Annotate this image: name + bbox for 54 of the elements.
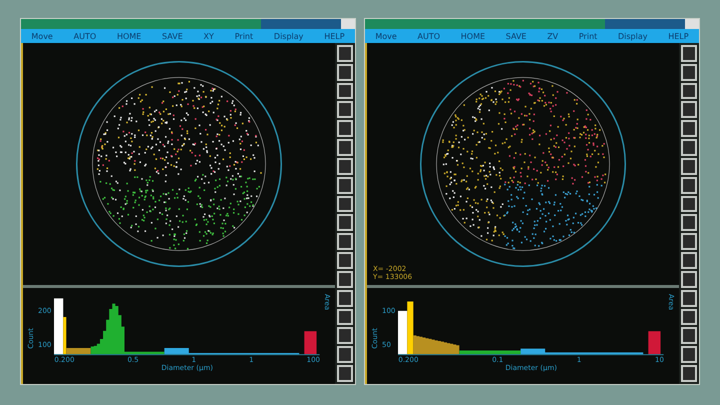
- tool-button[interactable]: [681, 308, 697, 326]
- tool-button[interactable]: [681, 365, 697, 382]
- tool-button[interactable]: [681, 101, 697, 118]
- tool-button[interactable]: [681, 120, 697, 138]
- tool-button[interactable]: [337, 45, 353, 62]
- menu-item[interactable]: Print: [234, 32, 254, 40]
- tool-button[interactable]: [337, 82, 353, 100]
- menu-item[interactable]: Display: [274, 32, 304, 40]
- menu-item[interactable]: Display: [618, 32, 648, 40]
- menu-item[interactable]: HOME: [116, 32, 142, 40]
- menu-item[interactable]: HOME: [460, 32, 486, 40]
- tool-button[interactable]: [681, 252, 697, 269]
- tool-button[interactable]: [337, 101, 353, 118]
- tool-button[interactable]: [681, 64, 697, 81]
- area-bar: [648, 331, 661, 354]
- tool-button[interactable]: [681, 158, 697, 175]
- tool-button[interactable]: [337, 158, 353, 175]
- tool-button[interactable]: [681, 233, 697, 250]
- tool-button[interactable]: [337, 308, 353, 326]
- tool-button[interactable]: [681, 327, 697, 344]
- tool-button[interactable]: [681, 196, 697, 212]
- tool-button[interactable]: [681, 214, 697, 232]
- tool-button[interactable]: [337, 196, 353, 212]
- tool-button[interactable]: [681, 346, 697, 364]
- tool-button[interactable]: [337, 365, 353, 382]
- tool-button[interactable]: [337, 290, 353, 307]
- menu-item[interactable]: HELP: [324, 32, 345, 40]
- menu-item[interactable]: Move: [375, 32, 397, 40]
- tool-button[interactable]: [337, 346, 353, 364]
- menu-item[interactable]: SAVE: [162, 32, 183, 40]
- menu-item[interactable]: HELP: [668, 32, 689, 40]
- menu-item[interactable]: ZV: [547, 32, 558, 40]
- tool-button[interactable]: [681, 45, 697, 62]
- tool-button[interactable]: [681, 176, 697, 194]
- tool-button[interactable]: [681, 139, 697, 156]
- menu-item[interactable]: XY: [204, 32, 214, 40]
- menu-item[interactable]: AUTO: [74, 32, 96, 40]
- tool-button[interactable]: [337, 252, 353, 269]
- tool-button[interactable]: [337, 270, 353, 288]
- tool-button[interactable]: [337, 176, 353, 194]
- tool-button[interactable]: [337, 233, 353, 250]
- tool-button[interactable]: [337, 64, 353, 81]
- tool-button[interactable]: [681, 290, 697, 307]
- area-bar: [304, 331, 317, 354]
- tool-button[interactable]: [337, 139, 353, 156]
- tool-button[interactable]: [337, 214, 353, 232]
- tool-button[interactable]: [681, 270, 697, 288]
- tool-button[interactable]: [681, 82, 697, 100]
- tool-button[interactable]: [337, 327, 353, 344]
- menu-item[interactable]: Print: [578, 32, 598, 40]
- tool-button[interactable]: [337, 120, 353, 138]
- menu-item[interactable]: SAVE: [506, 32, 526, 40]
- menu-item[interactable]: Move: [31, 32, 53, 40]
- menu-item[interactable]: AUTO: [418, 32, 440, 40]
